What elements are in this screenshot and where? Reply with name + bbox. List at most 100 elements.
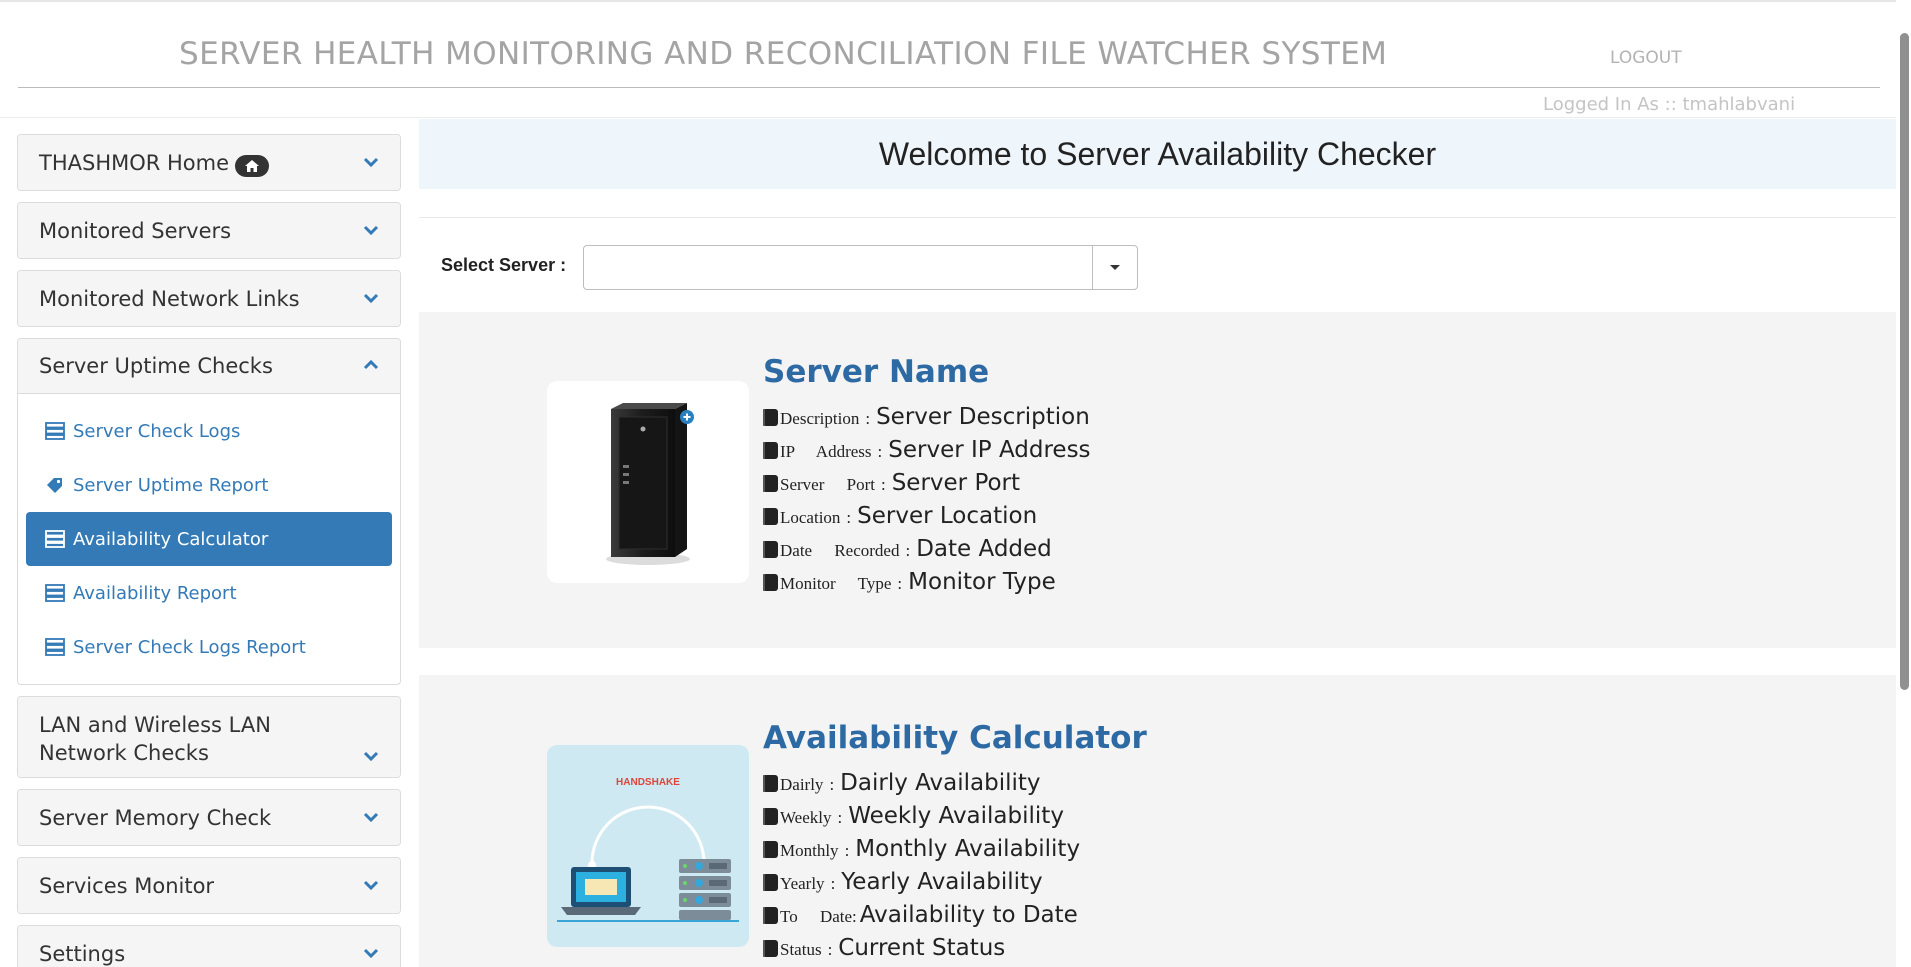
book-icon: [763, 475, 778, 492]
detail-label: Dairly: [780, 775, 824, 794]
sidebar-item-monitored-servers[interactable]: Monitored Servers: [18, 203, 400, 258]
sidebar-item-uptime-checks[interactable]: Server Uptime Checks: [18, 339, 400, 394]
sidebar-panel-monitored-servers: Monitored Servers: [17, 202, 401, 259]
submenu-item-availability-report[interactable]: Availability Report: [26, 566, 392, 620]
server-icon: [45, 584, 65, 602]
welcome-banner: Welcome to Server Availability Checker: [419, 119, 1896, 189]
detail-value: Monitor Type: [908, 569, 1056, 595]
uptime-submenu: Server Check Logs Server Uptime Report A…: [18, 394, 400, 684]
detail-value: Weekly Availability: [848, 803, 1064, 829]
sidebar-item-label: Monitored Servers: [39, 218, 232, 243]
detail-label: Date Recorded: [780, 541, 900, 560]
home-icon: [235, 154, 270, 177]
logout-link[interactable]: LOGOUT: [1610, 48, 1682, 68]
sidebar-item-network-links[interactable]: Monitored Network Links: [18, 271, 400, 326]
logged-in-as: Logged In As :: tmahlabvani: [1543, 94, 1796, 115]
detail-value: Server Description: [876, 404, 1090, 430]
sidebar-panel-uptime-checks: Server Uptime Checks Server Check Logs S…: [17, 338, 401, 685]
book-icon: [763, 574, 778, 591]
availability-card: HANDSHAKE Availability Calculator Dairly…: [419, 675, 1896, 967]
tag-icon: [47, 478, 62, 493]
availability-calculator-title: Availability Calculator: [763, 720, 1147, 756]
book-icon: [763, 508, 778, 525]
detail-row-status: Status : Current Status: [763, 935, 1080, 967]
detail-value: Monthly Availability: [855, 836, 1081, 862]
submenu-item-server-check-logs[interactable]: Server Check Logs: [26, 404, 392, 458]
submenu-item-availability-calculator[interactable]: Availability Calculator: [26, 512, 392, 566]
app-title: SERVER HEALTH MONITORING AND RECONCILIAT…: [179, 36, 1388, 72]
book-icon: [763, 775, 778, 792]
sidebar-panel-network-links: Monitored Network Links: [17, 270, 401, 327]
book-icon: [763, 841, 778, 858]
book-icon: [763, 808, 778, 825]
detail-value: Server Location: [857, 503, 1038, 529]
detail-row-location: Location : Server Location: [763, 503, 1091, 536]
detail-row-monitor-type: Monitor Type : Monitor Type: [763, 569, 1091, 602]
sidebar-item-services-monitor[interactable]: Services Monitor: [18, 858, 400, 913]
submenu-item-label: Availability Calculator: [73, 528, 269, 550]
server-icon: [45, 422, 65, 440]
detail-label: To Date:: [780, 907, 857, 926]
illustration-caption: HANDSHAKE: [616, 777, 680, 788]
sidebar-item-label: LAN and Wireless LAN Network Checks: [39, 713, 271, 765]
detail-row-weekly: Weekly : Weekly Availability: [763, 803, 1080, 836]
sidebar-item-memory-check[interactable]: Server Memory Check: [18, 790, 400, 845]
select-server-dropdown[interactable]: [583, 245, 1138, 290]
chevron-down-icon: [363, 751, 379, 762]
sidebar-item-settings[interactable]: Settings: [18, 926, 400, 967]
detail-value: Server IP Address: [888, 437, 1091, 463]
book-icon: [763, 541, 778, 558]
detail-label: IP Address: [780, 442, 872, 461]
chevron-up-icon: [363, 359, 379, 370]
detail-label: Yearly: [780, 874, 825, 893]
dropdown-toggle-button[interactable]: [1092, 246, 1137, 289]
book-icon: [763, 442, 778, 459]
chevron-down-icon: [363, 948, 379, 958]
detail-value: Current Status: [838, 935, 1006, 961]
detail-row-to-date: To Date: Availability to Date: [763, 902, 1080, 935]
detail-row-yearly: Yearly : Yearly Availability: [763, 869, 1080, 902]
sidebar-item-label: Monitored Network Links: [39, 286, 300, 311]
detail-label: Description: [780, 409, 860, 428]
chevron-down-icon: [363, 812, 379, 822]
detail-row-monthly: Monthly : Monthly Availability: [763, 836, 1080, 869]
sidebar: THASHMOR Home Monitored Servers Monitore…: [17, 134, 401, 967]
detail-row-ip-address: IP Address : Server IP Address: [763, 437, 1091, 470]
detail-label: Monthly: [780, 841, 839, 860]
chevron-down-icon: [363, 293, 379, 303]
detail-row-dairly: Dairly : Dairly Availability: [763, 770, 1080, 803]
sidebar-panel-settings: Settings: [17, 925, 401, 967]
main-divider: [419, 217, 1896, 218]
top-border: [0, 0, 1911, 2]
sidebar-item-home[interactable]: THASHMOR Home: [18, 135, 400, 190]
book-icon: [763, 409, 778, 426]
submenu-item-label: Server Check Logs: [73, 420, 241, 442]
submenu-item-label: Availability Report: [73, 582, 237, 604]
book-icon: [763, 940, 778, 957]
select-server-value[interactable]: [584, 246, 1092, 289]
sidebar-item-lan-checks[interactable]: LAN and Wireless LAN Network Checks: [18, 697, 400, 777]
server-icon: [45, 638, 65, 656]
detail-label: Location: [780, 508, 841, 527]
caret-down-icon: [1110, 265, 1120, 270]
detail-label: Server Port: [780, 475, 875, 494]
chevron-down-icon: [363, 225, 379, 235]
sidebar-item-label: Server Memory Check: [39, 805, 272, 830]
submenu-item-server-check-logs-report[interactable]: Server Check Logs Report: [26, 620, 392, 674]
book-icon: [763, 907, 778, 924]
sidebar-item-label: Settings: [39, 941, 126, 966]
server-name-title: Server Name: [763, 354, 990, 390]
detail-value: Dairly Availability: [840, 770, 1041, 796]
welcome-title: Welcome to Server Availability Checker: [878, 135, 1437, 172]
detail-value: Yearly Availability: [841, 869, 1043, 895]
header-divider: [18, 87, 1880, 88]
detail-row-description: Description : Server Description: [763, 404, 1091, 437]
detail-label: Weekly: [780, 808, 832, 827]
server-info-card: Server Name Description : Server Descrip…: [419, 312, 1896, 648]
availability-details: Dairly : Dairly Availability Weekly : We…: [763, 770, 1080, 967]
detail-value: Date Added: [916, 536, 1052, 562]
handshake-illustration: HANDSHAKE: [547, 745, 749, 947]
chevron-down-icon: [363, 880, 379, 890]
submenu-item-server-uptime-report[interactable]: Server Uptime Report: [26, 458, 392, 512]
scrollbar-thumb[interactable]: [1900, 33, 1909, 690]
